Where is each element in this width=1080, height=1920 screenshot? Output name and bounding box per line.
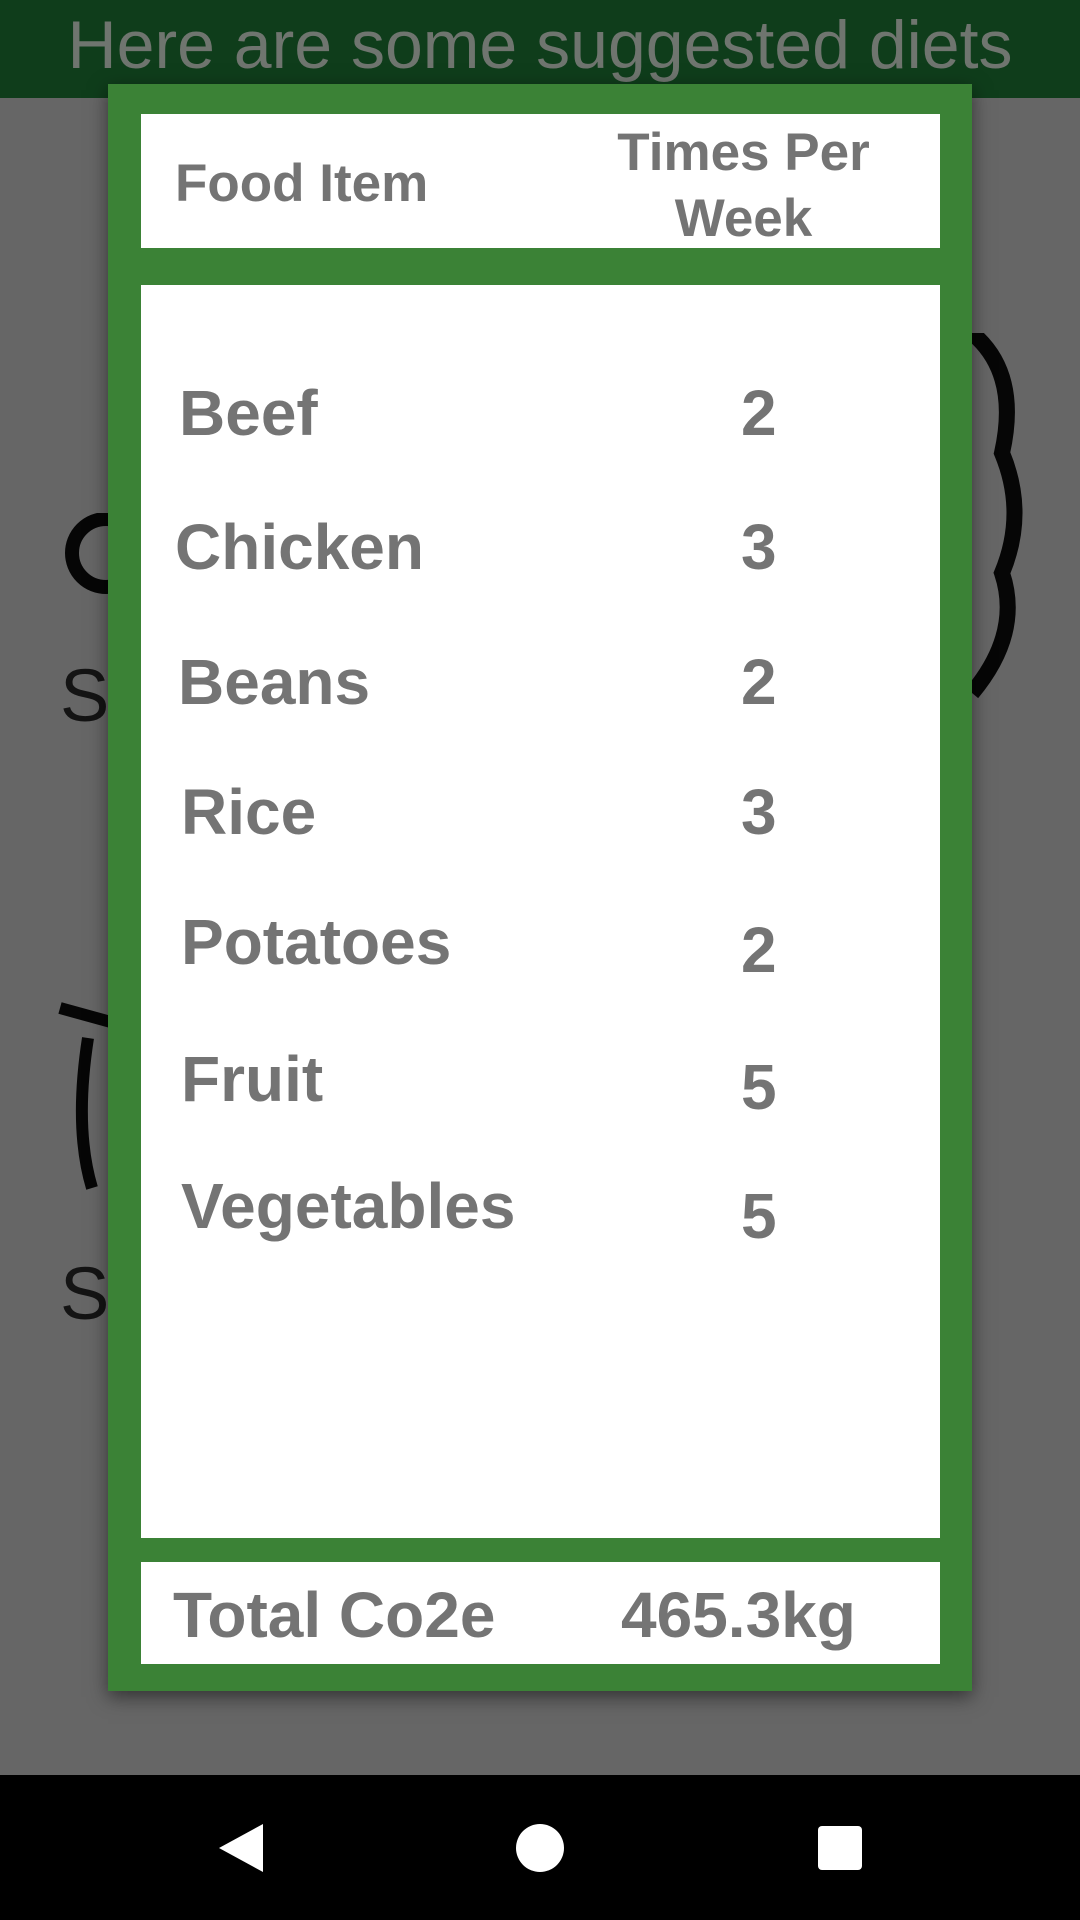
- food-name: Chicken: [175, 511, 424, 583]
- column-header-food-item: Food Item: [175, 154, 429, 213]
- system-nav-bar: [0, 1775, 1080, 1920]
- table-header: Food Item Times Per Week: [141, 114, 940, 248]
- column-header-times-per-week: Times Per Week: [617, 123, 870, 248]
- total-label: Total Co2e: [173, 1579, 496, 1651]
- food-name: Rice: [181, 776, 317, 848]
- list-item: Fruit 5: [141, 1042, 940, 1123]
- food-name: Potatoes: [181, 906, 452, 978]
- food-times: 2: [741, 646, 777, 718]
- food-times: 3: [741, 776, 777, 848]
- list-item: Rice 3: [141, 775, 940, 848]
- food-times: 5: [741, 1051, 777, 1123]
- food-times: 2: [741, 914, 777, 986]
- food-times: 2: [741, 377, 777, 449]
- food-name: Fruit: [181, 1043, 324, 1115]
- home-icon: [516, 1823, 564, 1872]
- nav-home-button[interactable]: [480, 1775, 600, 1920]
- food-name: Beans: [178, 646, 371, 718]
- header-title: Here are some suggested diets: [67, 7, 1013, 83]
- recents-icon: [818, 1825, 862, 1870]
- total-value: 465.3kg: [621, 1579, 856, 1651]
- list-item: Chicken 3: [141, 510, 940, 583]
- nav-recents-button[interactable]: [780, 1775, 900, 1920]
- nav-back-button[interactable]: [181, 1775, 301, 1920]
- food-list: Beef 2 Chicken 3 Beans 2 Rice 3 Potatoes…: [141, 285, 940, 1538]
- list-item: Vegetables 5: [141, 1169, 940, 1252]
- food-name: Beef: [179, 377, 318, 449]
- food-name: Vegetables: [181, 1170, 516, 1242]
- back-icon: [219, 1823, 263, 1872]
- food-times: 5: [741, 1180, 777, 1252]
- total-co2e-row: Total Co2e 465.3kg: [141, 1562, 940, 1664]
- list-item: Beans 2: [141, 645, 940, 718]
- diet-dialog: Food Item Times Per Week Beef 2 Chicken …: [108, 84, 972, 1691]
- list-item: Beef 2: [141, 376, 940, 449]
- food-times: 3: [741, 511, 777, 583]
- list-item: Potatoes 2: [141, 905, 940, 986]
